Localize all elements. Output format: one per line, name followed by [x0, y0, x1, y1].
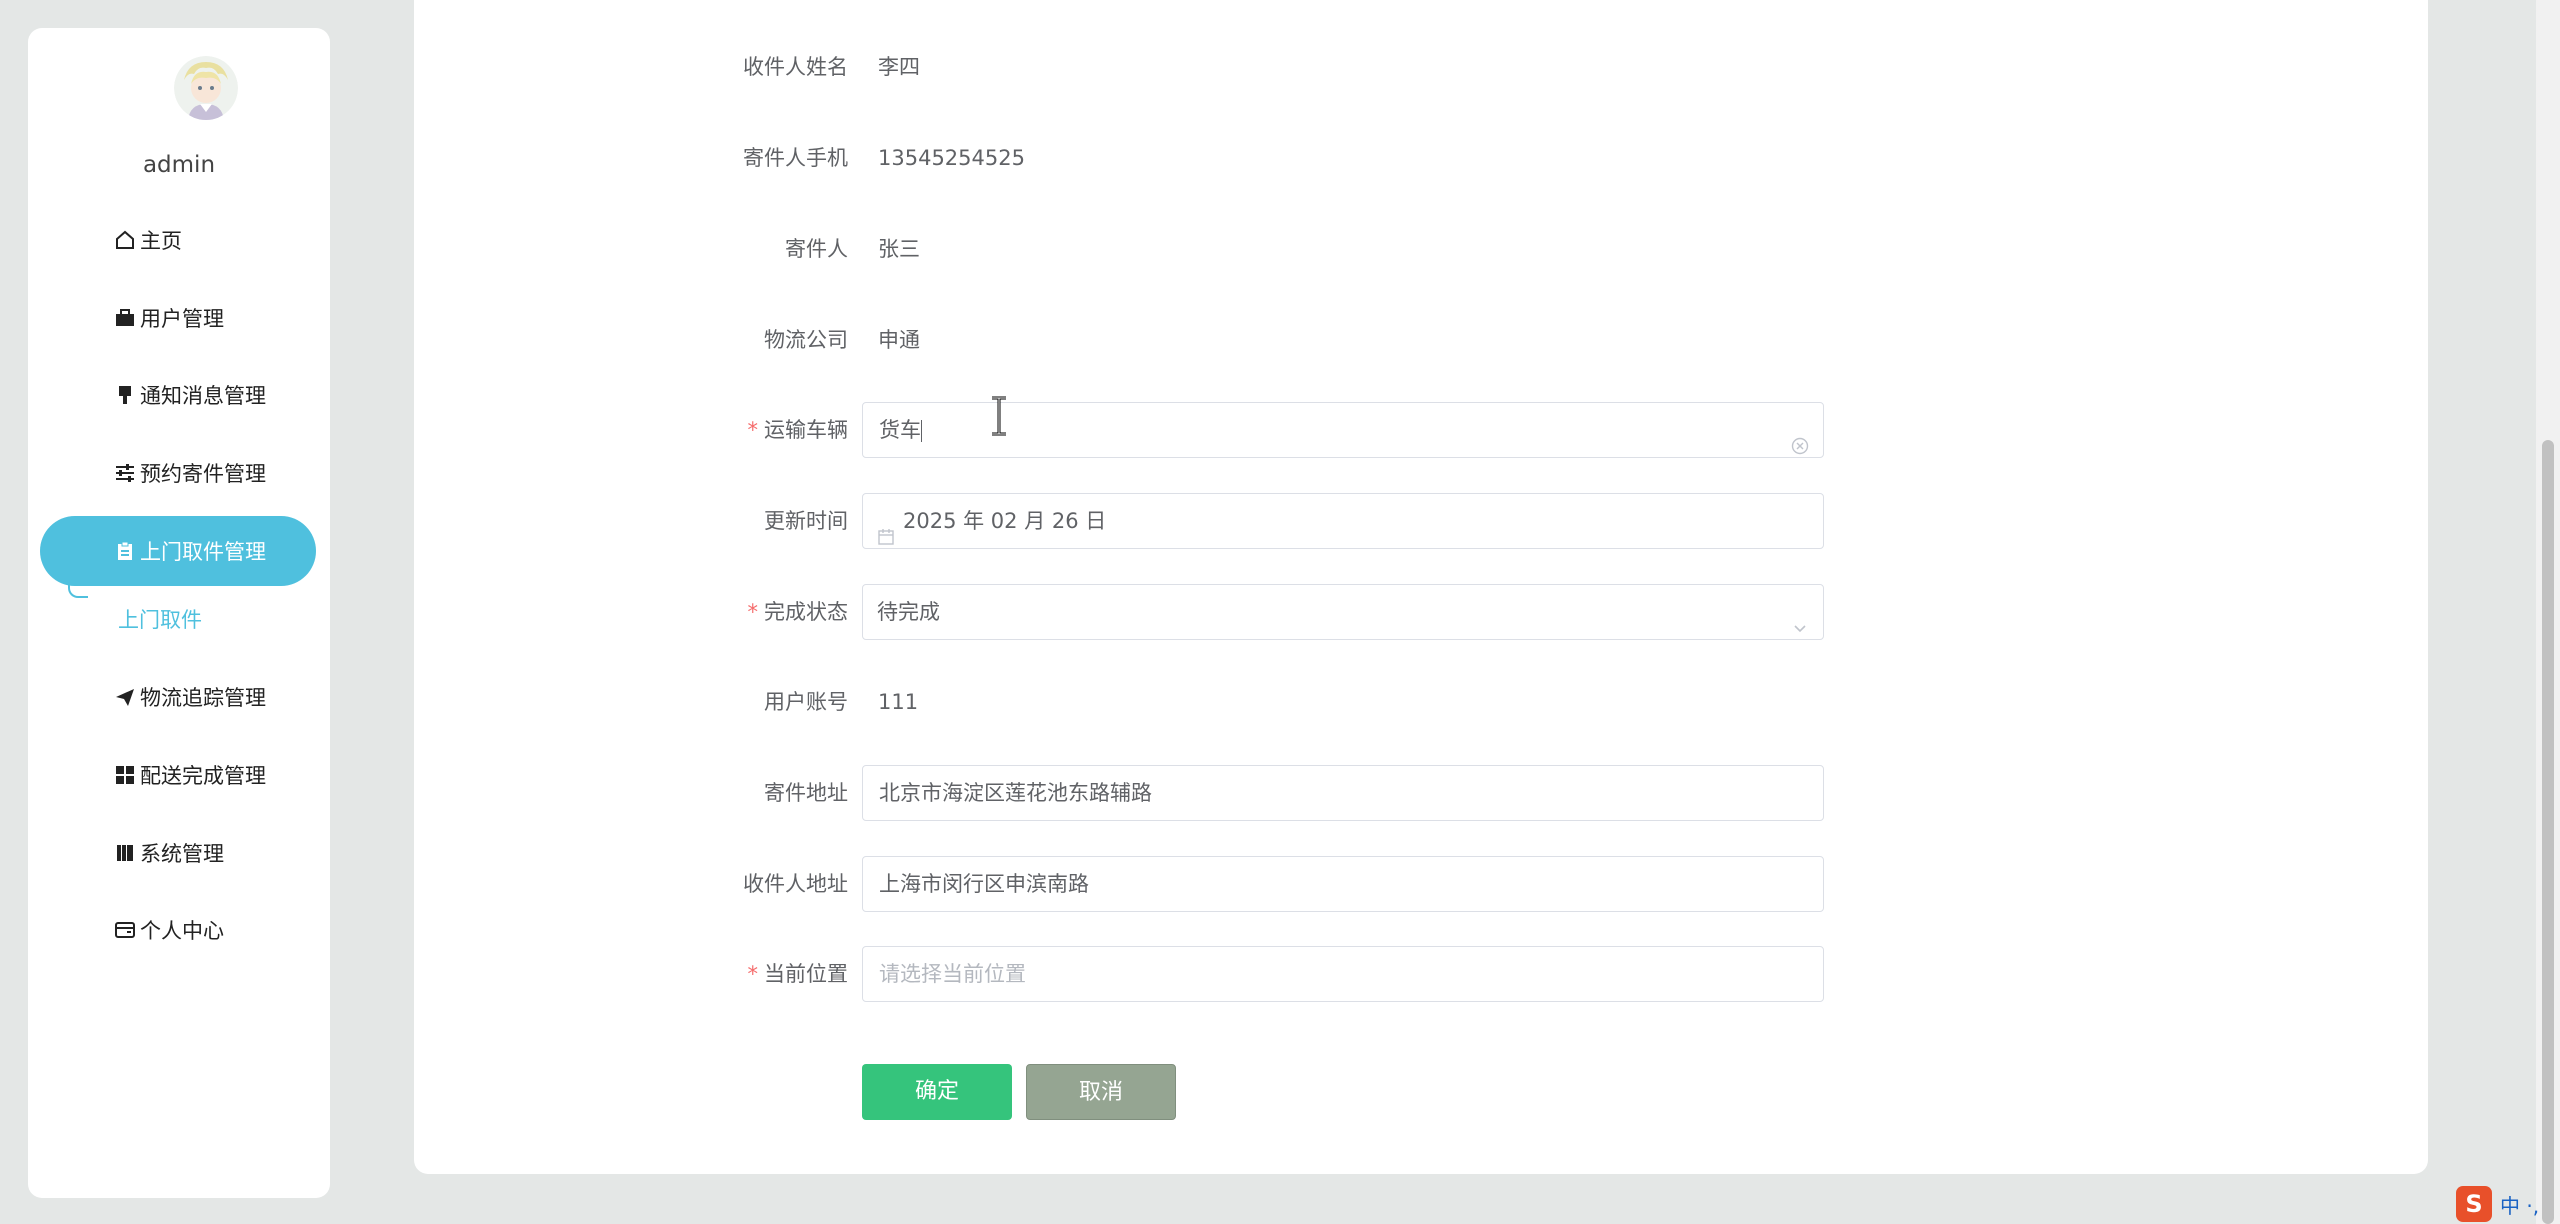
user-account-label: 用户账号 [764, 690, 848, 714]
ime-indicator[interactable]: S 中 ·, [2456, 1186, 2560, 1222]
row-sender: 寄件人 张三 [414, 221, 1814, 277]
status-select-value: 待完成 [877, 600, 940, 624]
chevron-down-icon [1791, 603, 1809, 633]
sender-label: 寄件人 [785, 237, 848, 261]
receiver-name-label: 收件人姓名 [743, 55, 848, 79]
update-time-picker[interactable]: 2025 年 02 月 26 日 [862, 493, 1824, 549]
row-sender-phone: 寄件人手机 13545254525 [414, 130, 1814, 186]
receiver-address-value: 上海市闵行区申滨南路 [879, 872, 1089, 896]
sidebar-item-home[interactable]: 主页 [40, 205, 316, 275]
row-current-location: * 当前位置 请选择当前位置 [414, 946, 1824, 1002]
sender-phone-value: 13545254525 [878, 146, 1025, 170]
cancel-button[interactable]: 取消 [1026, 1064, 1176, 1120]
page-scrollbar[interactable] [2536, 0, 2560, 1224]
sidebar-item-label: 主页 [140, 229, 182, 253]
clipboard-icon [114, 540, 136, 562]
row-user-account: 用户账号 111 [414, 674, 1814, 730]
sidebar: admin 主页 用户管理 通知消息管理 预约寄件管理 上门取件管理 上门取件 [28, 28, 330, 1198]
scrollbar-thumb[interactable] [2542, 440, 2554, 1224]
sidebar-item-system[interactable]: 系统管理 [40, 818, 316, 888]
brush-icon [114, 384, 136, 406]
row-update-time: 更新时间 2025 年 02 月 26 日 [414, 493, 1824, 549]
current-location-label: * 当前位置 [414, 946, 849, 1002]
sidebar-item-booking[interactable]: 预约寄件管理 [40, 438, 316, 508]
logistics-company-value: 申通 [878, 328, 920, 352]
sender-phone-label: 寄件人手机 [743, 146, 848, 170]
sidebar-item-tracking[interactable]: 物流追踪管理 [40, 662, 316, 732]
sidebar-item-label: 个人中心 [140, 919, 224, 943]
sidebar-item-label: 预约寄件管理 [140, 462, 266, 486]
paper-plane-icon [114, 686, 136, 708]
ibeam-cursor-icon [988, 396, 1010, 436]
logistics-company-label: 物流公司 [764, 328, 848, 352]
status-label: * 完成状态 [414, 584, 849, 640]
sidebar-item-profile[interactable]: 个人中心 [40, 895, 316, 965]
sidebar-item-users[interactable]: 用户管理 [40, 283, 316, 353]
required-mark: * [747, 962, 759, 986]
wallet-icon [114, 919, 136, 941]
book-icon [114, 842, 136, 864]
vehicle-label-text: 运输车辆 [764, 418, 848, 442]
sidebar-item-delivery[interactable]: 配送完成管理 [40, 740, 316, 810]
form-panel: 收件人姓名 李四 寄件人手机 13545254525 寄件人 张三 物流公司 申… [414, 0, 2428, 1174]
receiver-address-input[interactable]: 上海市闵行区申滨南路 [862, 856, 1824, 912]
sender-value: 张三 [878, 237, 920, 261]
confirm-button[interactable]: 确定 [862, 1064, 1012, 1120]
current-location-placeholder: 请选择当前位置 [879, 962, 1026, 986]
receiver-name-value: 李四 [878, 55, 920, 79]
clear-icon[interactable] [1791, 421, 1809, 455]
row-status: * 完成状态 待完成 [414, 584, 1824, 640]
ime-mode-text: 中 ·, [2500, 1193, 2540, 1218]
vehicle-label: * 运输车辆 [414, 402, 849, 458]
sidebar-item-label: 系统管理 [140, 842, 224, 866]
submenu-connector [68, 564, 88, 598]
grid-icon [114, 764, 136, 786]
status-select[interactable]: 待完成 [862, 584, 1824, 640]
username: admin [142, 152, 216, 178]
avatar[interactable] [174, 56, 238, 120]
sender-address-label: 寄件地址 [764, 781, 848, 805]
sidebar-item-notifications[interactable]: 通知消息管理 [40, 360, 316, 430]
sidebar-subitem-pickup[interactable]: 上门取件 [118, 590, 202, 650]
row-receiver-address: 收件人地址 上海市闵行区申滨南路 [414, 856, 1824, 912]
sidebar-item-label: 物流追踪管理 [140, 686, 266, 710]
sidebar-item-label: 上门取件管理 [140, 540, 266, 564]
sidebar-item-label: 通知消息管理 [140, 384, 266, 408]
status-label-text: 完成状态 [764, 600, 848, 624]
current-location-label-text: 当前位置 [764, 962, 848, 986]
home-icon [114, 229, 136, 251]
row-receiver-name: 收件人姓名 李四 [414, 39, 1814, 95]
row-sender-address: 寄件地址 北京市海淀区莲花池东路辅路 [414, 765, 1824, 821]
update-time-value: 2025 年 02 月 26 日 [903, 509, 1107, 533]
caret [921, 420, 922, 442]
briefcase-icon [114, 307, 136, 329]
ime-logo-icon: S [2456, 1186, 2492, 1222]
sidebar-item-label: 用户管理 [140, 307, 224, 331]
sidebar-item-label: 配送完成管理 [140, 764, 266, 788]
row-logistics-company: 物流公司 申通 [414, 312, 1814, 368]
calendar-icon [877, 512, 895, 545]
required-mark: * [747, 600, 759, 624]
sliders-icon [114, 462, 136, 484]
sender-address-input[interactable]: 北京市海淀区莲花池东路辅路 [862, 765, 1824, 821]
update-time-label: 更新时间 [764, 509, 848, 533]
vehicle-input-value: 货车 [879, 418, 921, 442]
row-vehicle: * 运输车辆 货车 [414, 402, 1824, 458]
user-account-value: 111 [878, 690, 919, 714]
sender-address-value: 北京市海淀区莲花池东路辅路 [879, 781, 1152, 805]
receiver-address-label: 收件人地址 [743, 872, 848, 896]
current-location-input[interactable]: 请选择当前位置 [862, 946, 1824, 1002]
required-mark: * [747, 418, 759, 442]
